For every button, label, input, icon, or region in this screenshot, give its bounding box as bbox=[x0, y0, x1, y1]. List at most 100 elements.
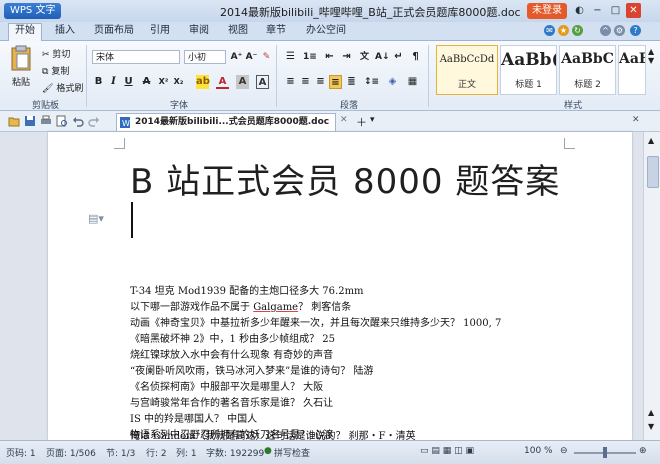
login-button[interactable]: 未登录 bbox=[527, 3, 567, 19]
cut-button[interactable]: ✂ 剪切 bbox=[42, 47, 70, 60]
tab-chapter[interactable]: 章节 bbox=[266, 24, 286, 38]
border-icon[interactable]: ▦ bbox=[406, 75, 419, 89]
align-right-icon[interactable]: ≡ bbox=[314, 75, 327, 89]
print-preview-icon[interactable] bbox=[56, 115, 68, 127]
paste-icon bbox=[11, 45, 31, 71]
tab-page-layout[interactable]: 页面布局 bbox=[94, 24, 134, 38]
char-shading-icon[interactable]: A bbox=[236, 75, 249, 89]
doc-line: 以下哪一部游戏作品不属于 Galgame？ 刺客信条 bbox=[130, 302, 352, 313]
next-page-icon[interactable]: ▼ bbox=[648, 422, 654, 431]
maximize-icon[interactable]: □ bbox=[608, 3, 623, 18]
chinese-layout-icon[interactable]: 文 bbox=[358, 50, 371, 64]
highlight-icon[interactable]: ab bbox=[196, 75, 210, 89]
styles-scroll-icon[interactable]: ▲ ▼ bbox=[648, 47, 654, 65]
tab-view[interactable]: 视图 bbox=[228, 24, 248, 38]
strikethrough-icon[interactable]: A bbox=[140, 75, 153, 89]
underline-icon[interactable]: U bbox=[122, 75, 135, 89]
new-tab-icon[interactable]: ＋ bbox=[356, 114, 367, 130]
line-spacing-icon[interactable]: ↕≡ bbox=[364, 75, 379, 89]
paste-button[interactable]: 粘贴 bbox=[10, 45, 36, 91]
ribbon-tabs: 开始 插入 页面布局 引用 审阅 视图 章节 办公空间 ✉ ★ ↻ ^ ⚙ ? bbox=[0, 22, 660, 41]
tab-insert[interactable]: 插入 bbox=[55, 24, 75, 38]
char-border-icon[interactable]: A bbox=[256, 75, 269, 89]
sync-icon[interactable]: ↻ bbox=[572, 25, 583, 36]
clear-format-icon[interactable]: ✎ bbox=[260, 50, 273, 64]
style-sample: AaBl bbox=[619, 51, 645, 67]
close-icon[interactable]: ✕ bbox=[626, 3, 641, 18]
style-normal[interactable]: AaBbCcDd 正文 bbox=[436, 45, 498, 95]
sort-icon[interactable]: A↓ bbox=[375, 50, 390, 64]
wps-menu-button[interactable]: WPS 文字 bbox=[4, 3, 62, 19]
view-mode-icon[interactable]: ▭ ▤ ▦ ◫ ▣ bbox=[420, 446, 474, 456]
document-tab[interactable]: 2014最新版bilibili...式会员题库8000题.doc bbox=[116, 113, 336, 131]
shading-icon[interactable]: ◈ bbox=[386, 75, 399, 89]
copy-button[interactable]: ⧉ 复制 bbox=[42, 64, 69, 77]
tab-review[interactable]: 审阅 bbox=[189, 24, 209, 38]
zoom-out-icon[interactable]: ⊖ bbox=[560, 446, 568, 456]
minimize-icon[interactable]: − bbox=[590, 3, 605, 18]
grow-font-icon[interactable]: A⁺ bbox=[230, 50, 243, 64]
format-painter-label: 格式刷 bbox=[56, 84, 84, 94]
open-folder-icon[interactable] bbox=[8, 115, 20, 127]
status-col: 列: 1 bbox=[176, 449, 197, 459]
italic-icon[interactable]: I bbox=[107, 75, 120, 89]
close-tab-icon[interactable]: ✕ bbox=[340, 115, 348, 125]
paragraph-mark-icon[interactable]: ¶ bbox=[409, 50, 422, 64]
scroll-thumb[interactable] bbox=[647, 156, 659, 188]
document-outline-icon[interactable]: ▤▾ bbox=[88, 212, 104, 225]
align-left-icon[interactable]: ≡ bbox=[284, 75, 297, 89]
zoom-slider-handle[interactable] bbox=[603, 447, 607, 458]
font-name-select[interactable]: 宋体 bbox=[92, 50, 180, 64]
help-icon[interactable]: ? bbox=[630, 25, 641, 36]
status-word-count[interactable]: 字数: 192299 bbox=[206, 446, 264, 459]
scroll-up-icon[interactable]: ▲ bbox=[648, 136, 654, 145]
justify-icon[interactable]: ≡ bbox=[329, 75, 342, 89]
distribute-icon[interactable]: ≣ bbox=[345, 75, 358, 89]
bold-icon[interactable]: B bbox=[92, 75, 105, 89]
redo-icon[interactable] bbox=[88, 115, 100, 127]
divider bbox=[428, 45, 429, 107]
increase-indent-icon[interactable]: ⇥ bbox=[340, 50, 353, 64]
ribbon: 粘贴 ✂ 剪切 ⧉ 复制 🖌 格式刷 剪贴板 宋体 小初 A⁺ A⁻ ✎ B I… bbox=[0, 41, 660, 111]
close-doc-icon[interactable]: ✕ bbox=[632, 115, 640, 125]
prev-page-icon[interactable]: ▲ bbox=[648, 408, 654, 417]
styles-group-label: 样式 bbox=[564, 101, 583, 111]
zoom-in-icon[interactable]: ⊕ bbox=[639, 446, 647, 456]
document-page[interactable]: B 站正式会员 8000 题答案 T-34 坦克 Mod1939 配备的主炮口径… bbox=[48, 132, 632, 441]
skin-icon[interactable]: ◐ bbox=[572, 3, 587, 18]
subscript-icon[interactable]: X₂ bbox=[172, 75, 185, 89]
chevron-down-icon[interactable]: ▾ bbox=[370, 115, 375, 125]
vertical-scrollbar[interactable]: ▲ ▲ ▼ bbox=[643, 132, 660, 440]
undo-icon[interactable] bbox=[72, 115, 84, 127]
bullets-icon[interactable]: ☰ bbox=[284, 50, 297, 64]
print-icon[interactable] bbox=[40, 115, 52, 127]
numbering-icon[interactable]: 1≡ bbox=[303, 50, 317, 64]
show-marks-icon[interactable]: ↵ bbox=[392, 50, 405, 64]
tab-references[interactable]: 引用 bbox=[150, 24, 170, 38]
font-group-label: 字体 bbox=[170, 101, 189, 111]
align-center-icon[interactable]: ≡ bbox=[299, 75, 312, 89]
tab-office-space[interactable]: 办公空间 bbox=[306, 24, 346, 38]
doc-line: 动画《神奇宝贝》中基拉祈多少年醒来一次，并且每次醒来只维持多少天？ 1000, … bbox=[130, 318, 502, 329]
font-color-icon[interactable]: A bbox=[216, 75, 229, 89]
scissors-icon: ✂ bbox=[42, 50, 50, 60]
shrink-font-icon[interactable]: A⁻ bbox=[245, 50, 258, 64]
style-heading-1[interactable]: AaBb( 标题 1 bbox=[500, 45, 557, 95]
style-heading-2[interactable]: AaBbC 标题 2 bbox=[559, 45, 616, 95]
tab-home[interactable]: 开始 bbox=[8, 23, 42, 41]
feedback-icon[interactable]: ✉ bbox=[544, 25, 555, 36]
superscript-icon[interactable]: X² bbox=[157, 75, 170, 89]
page-corner-mark bbox=[564, 138, 575, 149]
style-heading-3[interactable]: AaBl bbox=[618, 45, 646, 95]
status-page[interactable]: 页面: 1/506 bbox=[46, 446, 96, 459]
save-icon[interactable] bbox=[24, 115, 36, 127]
status-spell-check[interactable]: 拼写检查 bbox=[274, 446, 310, 459]
font-size-select[interactable]: 小初 bbox=[184, 50, 226, 64]
settings-icon[interactable]: ⚙ bbox=[614, 25, 625, 36]
cut-label: 剪切 bbox=[52, 50, 71, 60]
collapse-ribbon-icon[interactable]: ^ bbox=[600, 25, 611, 36]
star-icon[interactable]: ★ bbox=[558, 25, 569, 36]
format-painter-button[interactable]: 🖌 格式刷 bbox=[42, 81, 83, 94]
status-zoom[interactable]: 100 % bbox=[524, 446, 553, 456]
decrease-indent-icon[interactable]: ⇤ bbox=[323, 50, 336, 64]
